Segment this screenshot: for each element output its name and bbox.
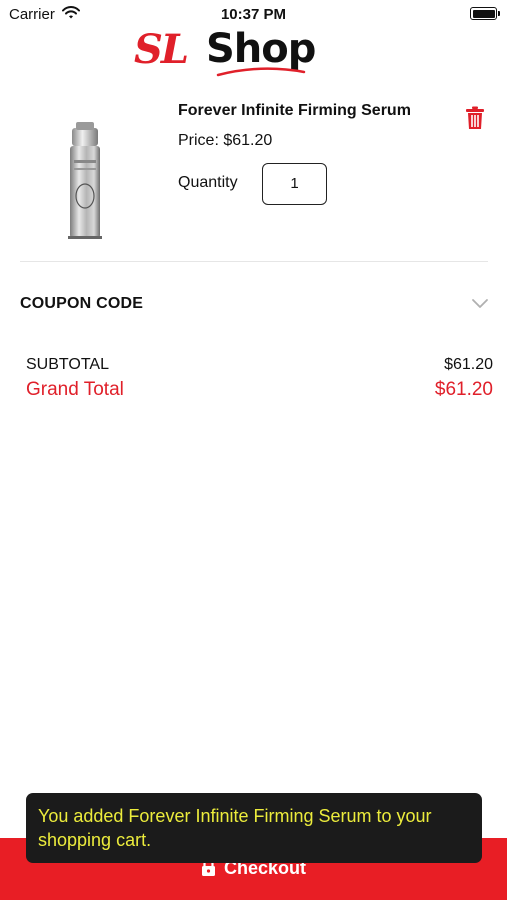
product-name[interactable]: Forever Infinite Firming Serum [178, 102, 411, 120]
quantity-input[interactable]: 1 [262, 163, 327, 205]
subtotal-value: $61.20 [444, 356, 493, 373]
toast-message: You added Forever Infinite Firming Serum… [38, 806, 432, 850]
trash-icon[interactable] [465, 106, 485, 130]
product-image[interactable] [22, 110, 152, 245]
toast-notification: You added Forever Infinite Firming Serum… [26, 793, 482, 863]
grand-total-label: Grand Total [26, 379, 124, 400]
product-price: Price: $61.20 [178, 132, 273, 149]
shop-logo[interactable]: SL Shop [130, 24, 330, 84]
subtotal-label: SUBTOTAL [26, 356, 109, 373]
status-time: 10:37 PM [220, 6, 287, 23]
chevron-down-icon[interactable] [471, 296, 489, 314]
logo-swoosh [216, 67, 306, 77]
coupon-code-header[interactable]: COUPON CODE [20, 295, 143, 313]
grand-total-value: $61.20 [434, 379, 493, 400]
item-divider [20, 261, 488, 262]
logo-script-text: SL [134, 26, 189, 73]
battery-icon [470, 7, 500, 20]
quantity-label: Quantity [178, 174, 238, 191]
